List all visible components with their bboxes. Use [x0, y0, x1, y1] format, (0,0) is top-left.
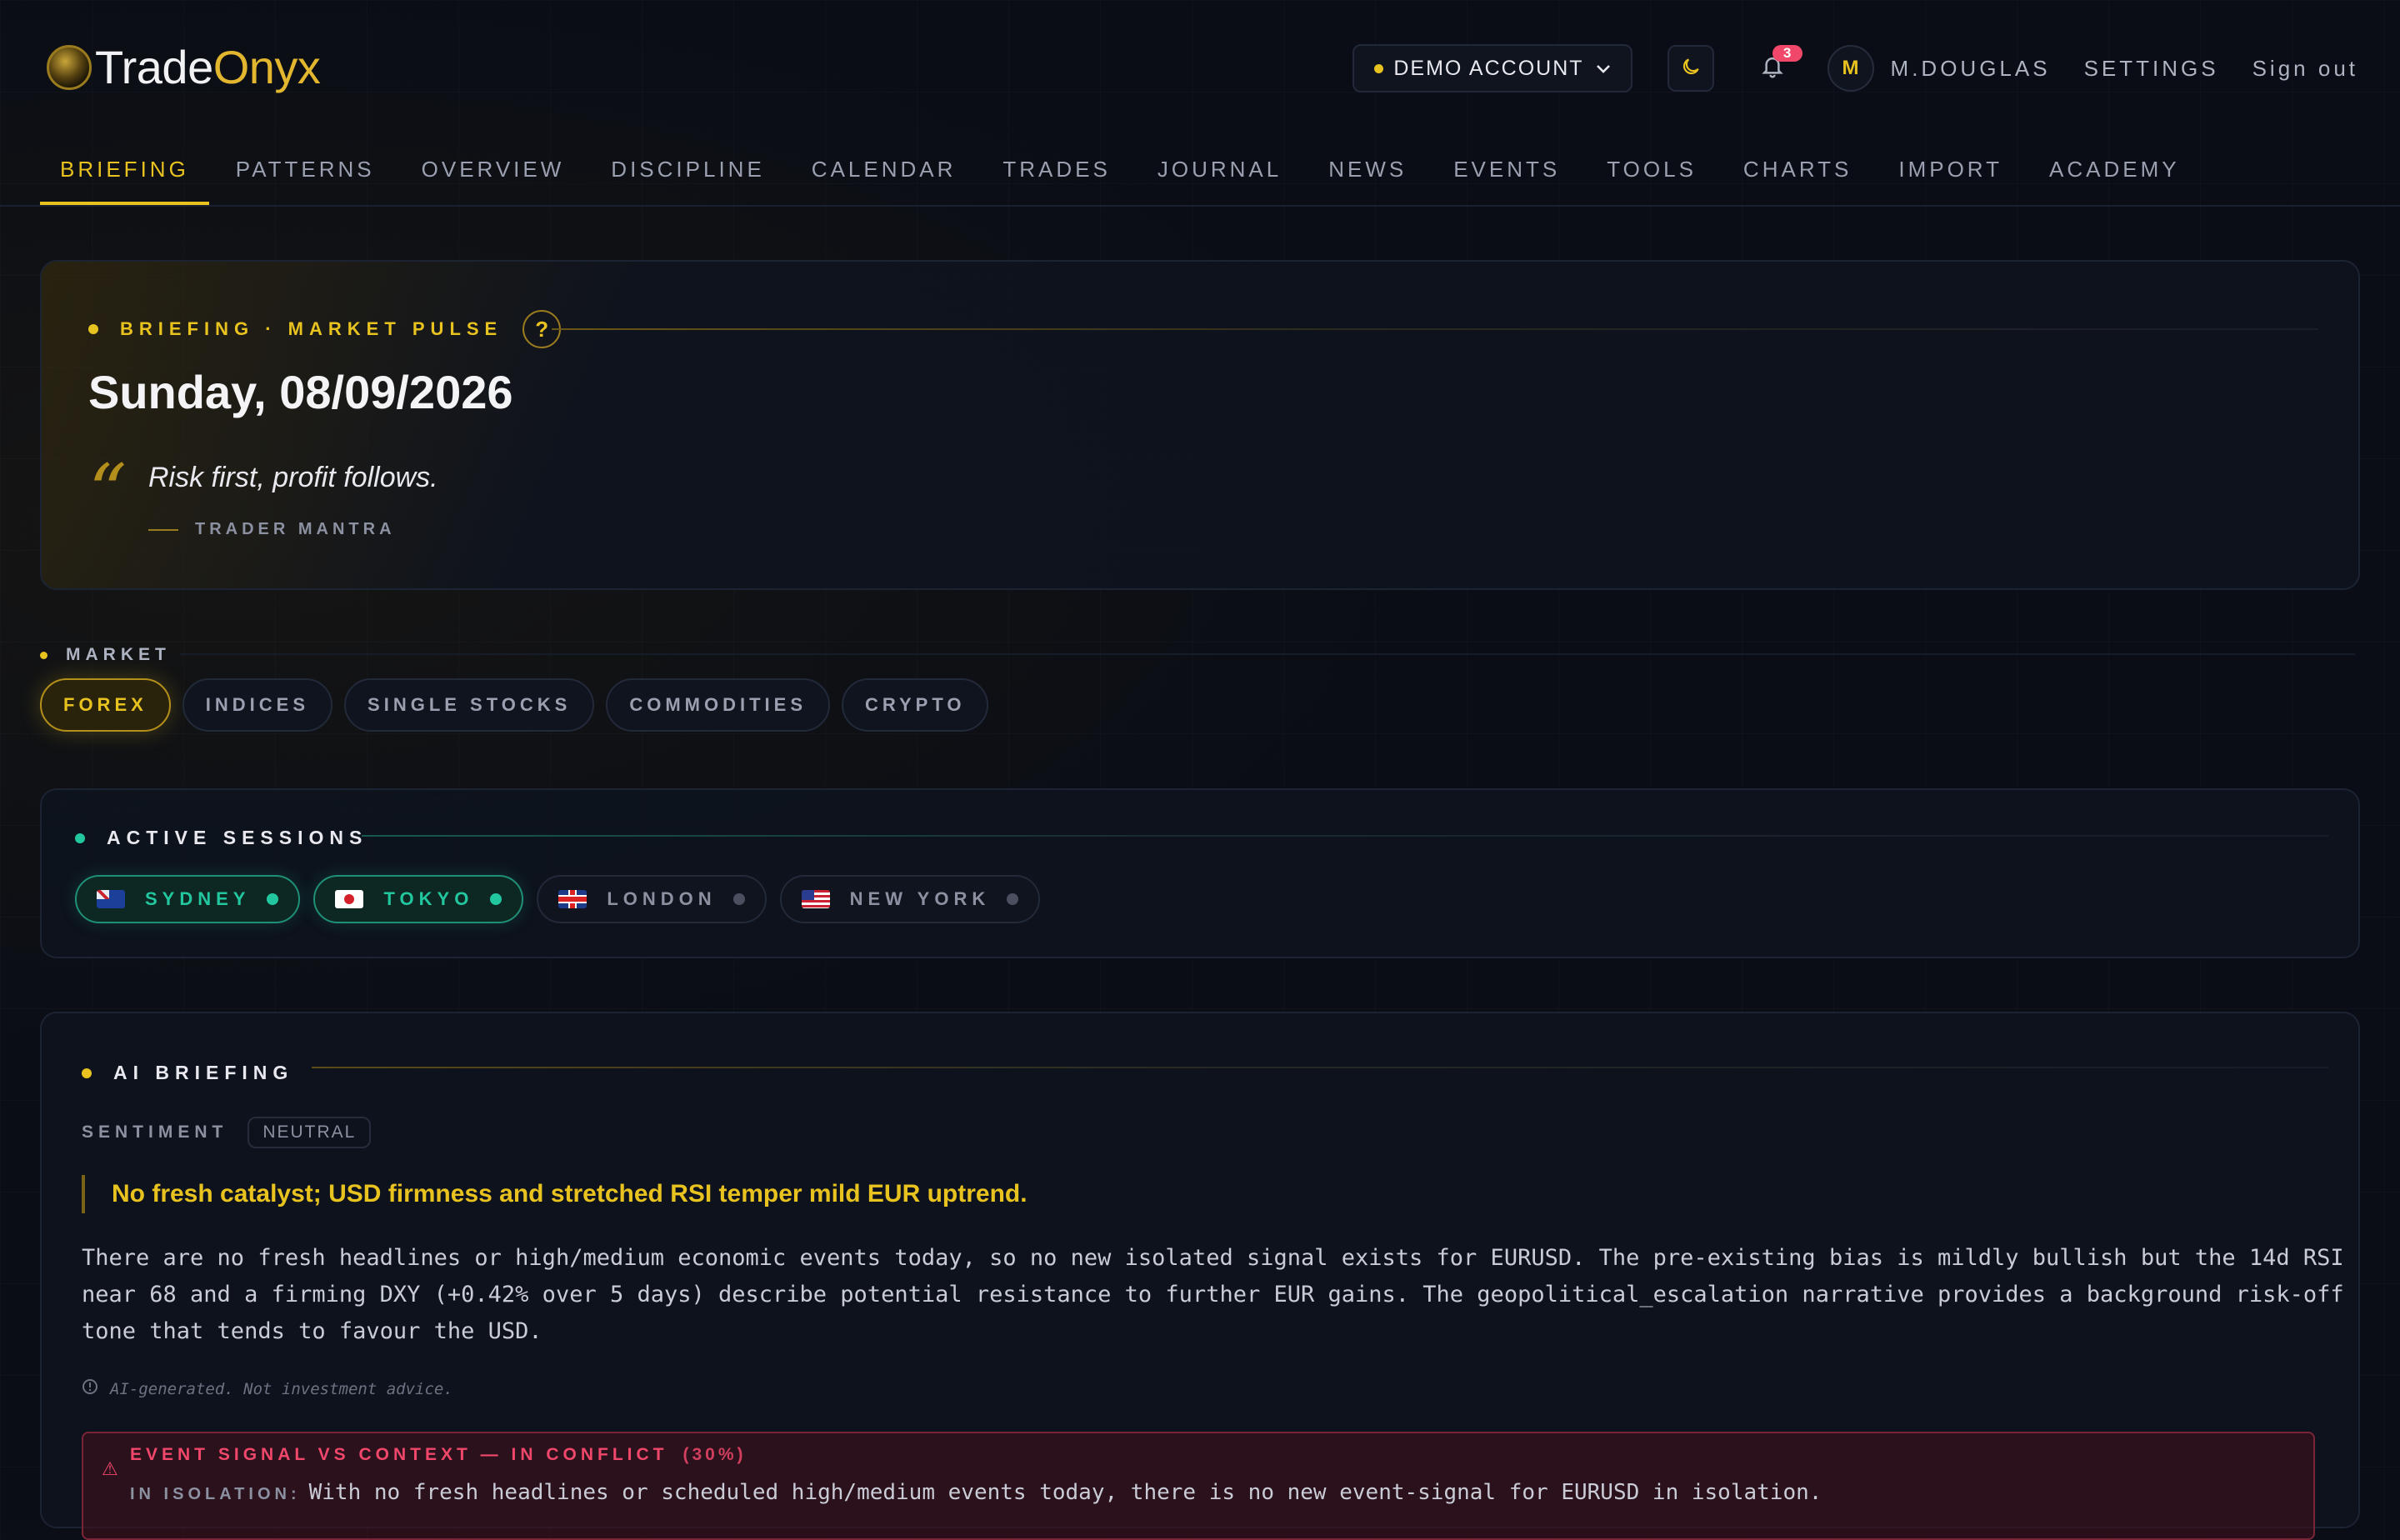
tab-charts[interactable]: CHARTS: [1723, 140, 1872, 205]
main-nav: BRIEFING PATTERNS OVERVIEW DISCIPLINE CA…: [40, 140, 2207, 205]
sentiment-row: SENTIMENT NEUTRAL: [82, 1117, 372, 1148]
info-icon: [82, 1378, 98, 1399]
uk-flag-icon: [558, 890, 588, 908]
tab-news[interactable]: NEWS: [1308, 140, 1427, 205]
session-status-dot: [267, 893, 279, 905]
moon-icon: [1680, 56, 1702, 82]
sentiment-badge: NEUTRAL: [248, 1117, 372, 1148]
isolation-line: IN ISOLATION: With no fresh headlines or …: [130, 1480, 1822, 1505]
page-title: Sunday, 08/09/2026: [88, 366, 513, 418]
market-option-forex[interactable]: FOREX: [40, 678, 171, 732]
tab-tools[interactable]: TOOLS: [1587, 140, 1717, 205]
session-status-dot: [1007, 893, 1019, 905]
active-sessions-card: ACTIVE SESSIONS SYDNEY TOKYO LONDON NEW …: [40, 788, 2360, 958]
briefing-body: There are no fresh headlines or high/med…: [82, 1245, 2344, 1344]
market-divider: [180, 653, 2355, 655]
session-list: SYDNEY TOKYO LONDON NEW YORK: [75, 875, 1053, 923]
sessions-label: ACTIVE SESSIONS: [107, 827, 368, 848]
top-actions: DEMO ACCOUNT 3 M M.DOUGLAS SETTINGS Sign…: [1352, 43, 2358, 93]
disclaimer: AI-generated. Not investment advice.: [82, 1378, 453, 1399]
market-pulse-card: BRIEFING · MARKET PULSE ? Sunday, 08/09/…: [40, 260, 2360, 590]
mantra-quote: Risk first, profit follows.: [148, 462, 438, 493]
avatar[interactable]: M: [1827, 45, 1874, 92]
pulse-label: BRIEFING · MARKET PULSE: [120, 318, 503, 339]
brand-logo[interactable]: TradeOnyx: [47, 40, 321, 94]
market-label: MARKET: [66, 645, 171, 664]
theme-toggle-button[interactable]: [1667, 45, 1714, 92]
pulse-dot: [88, 324, 98, 334]
market-option-commodities[interactable]: COMMODITIES: [606, 678, 831, 732]
ai-divider: [312, 1067, 2328, 1068]
tab-academy[interactable]: ACADEMY: [2029, 140, 2200, 205]
account-selector[interactable]: DEMO ACCOUNT: [1352, 44, 1632, 92]
tab-overview[interactable]: OVERVIEW: [402, 140, 585, 205]
ai-dot: [82, 1068, 92, 1078]
isolation-label: IN ISOLATION:: [130, 1485, 301, 1503]
session-new-york[interactable]: NEW YORK: [779, 875, 1041, 923]
tab-briefing[interactable]: BRIEFING: [40, 140, 209, 205]
isolation-text: With no fresh headlines or scheduled hig…: [308, 1480, 1822, 1505]
tab-patterns[interactable]: PATTERNS: [216, 140, 395, 205]
us-flag-icon: [801, 890, 830, 908]
tab-trades[interactable]: TRADES: [982, 140, 1130, 205]
conflict-title: EVENT SIGNAL VS CONTEXT — IN CONFLICT: [130, 1445, 668, 1464]
warning-icon: ⚠: [102, 1458, 118, 1479]
username-link[interactable]: M.DOUGLAS: [1891, 56, 2051, 82]
app-header: TradeOnyx DEMO ACCOUNT 3 M M.DOUGLAS SET…: [0, 0, 2400, 205]
nav-divider: [0, 205, 2400, 207]
conflict-percent: (30%): [682, 1445, 747, 1464]
pulse-label-row: BRIEFING · MARKET PULSE ?: [88, 310, 562, 348]
tab-journal[interactable]: JOURNAL: [1138, 140, 1302, 205]
sentiment-label: SENTIMENT: [82, 1122, 228, 1142]
brand-name: TradeOnyx: [95, 41, 321, 93]
tab-discipline[interactable]: DISCIPLINE: [591, 140, 785, 205]
notifications-button[interactable]: 3: [1749, 45, 1802, 92]
session-london[interactable]: LONDON: [537, 875, 767, 923]
session-status-dot: [732, 893, 745, 905]
market-option-indices[interactable]: INDICES: [182, 678, 333, 732]
market-selector: FOREX INDICES SINGLE STOCKS COMMODITIES …: [40, 678, 1000, 732]
ai-label-row: AI BRIEFING: [82, 1062, 293, 1084]
onyx-logo-icon: [47, 44, 92, 90]
mantra-source: TRADER MANTRA: [148, 520, 396, 539]
settings-link[interactable]: SETTINGS: [2084, 56, 2219, 82]
market-option-single-stocks[interactable]: SINGLE STOCKS: [344, 678, 595, 732]
sign-out-link[interactable]: Sign out: [2252, 56, 2358, 82]
notification-count-badge: 3: [1772, 45, 1802, 62]
market-option-crypto[interactable]: CRYPTO: [842, 678, 989, 732]
tab-import[interactable]: IMPORT: [1878, 140, 2022, 205]
tab-calendar[interactable]: CALENDAR: [792, 140, 977, 205]
source-label: TRADER MANTRA: [195, 520, 396, 538]
tab-events[interactable]: EVENTS: [1433, 140, 1580, 205]
account-status-dot: [1374, 63, 1384, 73]
market-dot: [40, 651, 48, 659]
sessions-label-row: ACTIVE SESSIONS: [75, 827, 368, 849]
source-dash: [148, 528, 178, 531]
conflict-panel: ⚠ EVENT SIGNAL VS CONTEXT — IN CONFLICT …: [82, 1432, 2315, 1540]
conflict-header: EVENT SIGNAL VS CONTEXT — IN CONFLICT (3…: [130, 1445, 747, 1465]
session-tokyo[interactable]: TOKYO: [313, 875, 524, 923]
account-label: DEMO ACCOUNT: [1393, 56, 1584, 80]
session-status-dot: [490, 893, 502, 905]
market-label-row: MARKET: [40, 645, 171, 665]
quote-icon: “: [88, 448, 128, 536]
japan-flag-icon: [335, 890, 364, 908]
chevron-down-icon: [1596, 58, 1611, 79]
ai-briefing-card: AI BRIEFING SENTIMENT NEUTRAL No fresh c…: [40, 1012, 2360, 1540]
sessions-divider: [362, 835, 2328, 837]
pulse-divider: [552, 328, 2318, 330]
briefing-headline: No fresh catalyst; USD firmness and stre…: [82, 1175, 1028, 1213]
australia-flag-icon: [97, 890, 125, 908]
sessions-dot: [75, 832, 85, 843]
session-sydney[interactable]: SYDNEY: [75, 875, 301, 923]
ai-label: AI BRIEFING: [113, 1062, 294, 1083]
